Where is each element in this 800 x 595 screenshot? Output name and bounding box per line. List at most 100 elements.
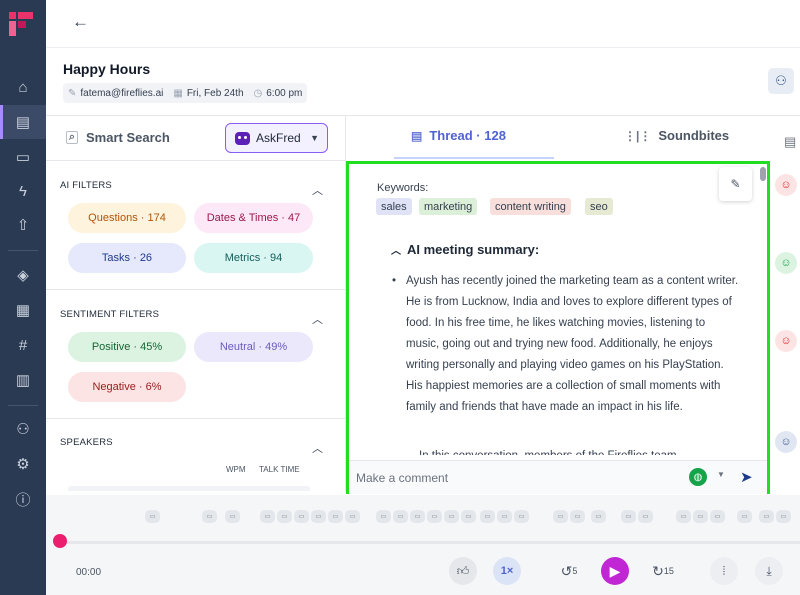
participant-avatar[interactable]: ☺ [775,252,797,274]
soundwave-icon: ⋮|⋮ [624,128,652,143]
playhead-knob[interactable] [53,534,67,548]
filter-chip-dates-times[interactable]: Dates & Times · 47 [194,203,313,233]
comment-marker-icon[interactable]: ▭ [621,510,636,523]
progress-track[interactable] [54,541,800,544]
send-icon[interactable]: ➤ [740,468,753,486]
home-icon[interactable]: ⌂ [0,70,46,104]
comment-marker-icon[interactable]: ▭ [410,510,425,523]
comment-marker-icon[interactable]: ▭ [145,510,160,523]
tab-thread-label: Thread · 128 [429,128,506,143]
playback-speed-button[interactable]: 1× [493,557,521,585]
smart-search-tab[interactable]: ⌕ Smart Search [66,130,170,145]
speaker-row[interactable] [68,486,310,491]
divider [8,405,38,406]
comment-marker-icon[interactable]: ▭ [676,510,691,523]
settings-gear-icon[interactable]: ⚙ [0,447,46,481]
comment-marker-icon[interactable]: ▭ [514,510,529,523]
askfred-label: AskFred [256,131,301,145]
comment-marker-icon[interactable]: ▭ [737,510,752,523]
comment-marker-icon[interactable]: ▭ [427,510,442,523]
notes-card: Keywords: sales marketing content writin… [346,161,770,495]
channels-hash-icon[interactable]: # [0,328,46,362]
comment-marker-icon[interactable]: ▭ [345,510,360,523]
comment-marker-icon[interactable]: ▭ [553,510,568,523]
comment-marker-icon[interactable]: ▭ [311,510,326,523]
document-icon[interactable]: ▤ [784,134,796,150]
comment-marker-icon[interactable]: ▭ [328,510,343,523]
filter-chip-negative[interactable]: Negative · 6% [68,372,186,402]
keyword-chip[interactable]: seo [585,198,613,215]
info-icon[interactable]: ⓘ [0,482,46,516]
comment-marker-icon[interactable]: ▭ [294,510,309,523]
team-icon[interactable]: ⚇ [0,412,46,446]
comment-marker-icon[interactable]: ▭ [202,510,217,523]
comment-marker-icon[interactable]: ▭ [277,510,292,523]
comment-marker-icon[interactable]: ▭ [225,510,240,523]
divider [8,250,38,251]
thumbs-up-button[interactable]: 👍︎ [449,557,477,585]
comment-marker-icon[interactable]: ▭ [260,510,275,523]
ai-filters-heading: AI FILTERS [60,180,112,191]
apps-grid-icon[interactable]: ▦ [0,293,46,327]
comment-marker-icon[interactable]: ▭ [461,510,476,523]
participant-avatar[interactable]: ☺ [775,174,797,196]
collapse-chevron-icon[interactable]: ︿ [312,440,323,456]
comment-marker-icon[interactable]: ▭ [776,510,791,523]
notebook-icon[interactable]: ▤ [0,105,46,139]
globe-icon[interactable]: ◍ [689,468,707,486]
download-icon: ⤓ [766,563,772,578]
filter-chip-metrics[interactable]: Metrics · 94 [194,243,313,273]
comment-marker-icon[interactable]: ▭ [570,510,585,523]
askfred-button[interactable]: AskFred ▼ [225,123,328,153]
download-button[interactable]: ⤓ [755,557,783,585]
filter-chip-positive[interactable]: Positive · 45% [68,332,186,362]
scrollbar-thumb[interactable] [760,167,766,181]
comment-marker-icon[interactable]: ▭ [480,510,495,523]
lightning-icon[interactable]: ϟ [0,174,46,208]
comment-marker-icon[interactable]: ▭ [376,510,391,523]
keyword-chip[interactable]: content writing [490,198,571,215]
comment-marker-icon[interactable]: ▭ [638,510,653,523]
filter-chip-tasks[interactable]: Tasks · 26 [68,243,186,273]
divider [46,289,346,290]
chevron-down-icon[interactable]: ▼ [717,470,725,479]
comment-input[interactable] [356,461,676,495]
summary-heading[interactable]: ︿ AI meeting summary: [391,242,539,257]
comment-marker-icon[interactable]: ▭ [591,510,606,523]
comment-marker-icon[interactable]: ▭ [693,510,708,523]
waveform-icon: ⦙ [722,563,726,578]
meeting-header: Happy Hours ✎ fatema@fireflies.ai ▦ Fri, F… [46,48,800,116]
participant-avatar[interactable]: ☺ [775,330,797,352]
share-participants-button[interactable]: ⚇ [768,68,794,94]
soundbite-button[interactable]: ⦙ [710,557,738,585]
comment-marker-icon[interactable]: ▭ [393,510,408,523]
comment-marker-icon[interactable]: ▭ [710,510,725,523]
participant-avatar[interactable]: ☺ [775,431,797,453]
collapse-chevron-icon[interactable]: ︿ [312,311,323,327]
collapse-chevron-icon: ︿ [391,246,401,257]
comment-bar: ◍ ▼ ➤ [349,460,767,495]
layers-icon[interactable]: ◈ [0,258,46,292]
back-arrow-icon[interactable]: ← [72,12,89,32]
analytics-icon[interactable]: ▥ [0,363,46,397]
upload-icon[interactable]: ⇧ [0,208,46,242]
tab-thread[interactable]: ▤ Thread · 128 [411,128,506,143]
comment-marker-icon[interactable]: ▭ [444,510,459,523]
skip-back-button[interactable]: ↺ 5 [555,557,583,585]
collapse-chevron-icon[interactable]: ︿ [312,182,323,198]
keyword-chip[interactable]: marketing [419,198,478,215]
filter-chip-questions[interactable]: Questions · 174 [68,203,186,233]
keyword-chip[interactable]: sales [376,198,412,215]
filter-chip-neutral[interactable]: Neutral · 49% [194,332,313,362]
meetings-icon[interactable]: ▭ [0,140,46,174]
forward-icon: ↻ [652,562,664,579]
play-button[interactable]: ▶ [601,557,629,585]
active-tab-underline [394,157,554,159]
comment-marker-icon[interactable]: ▭ [759,510,774,523]
skip-forward-button[interactable]: ↻ 15 [649,557,677,585]
comment-marker-icon[interactable]: ▭ [497,510,512,523]
tab-soundbites[interactable]: ⋮|⋮ Soundbites [624,128,729,143]
edit-pencil-button[interactable]: ✎ [719,167,752,201]
fireflies-logo[interactable] [7,10,35,38]
thread-icon: ▤ [411,128,423,143]
